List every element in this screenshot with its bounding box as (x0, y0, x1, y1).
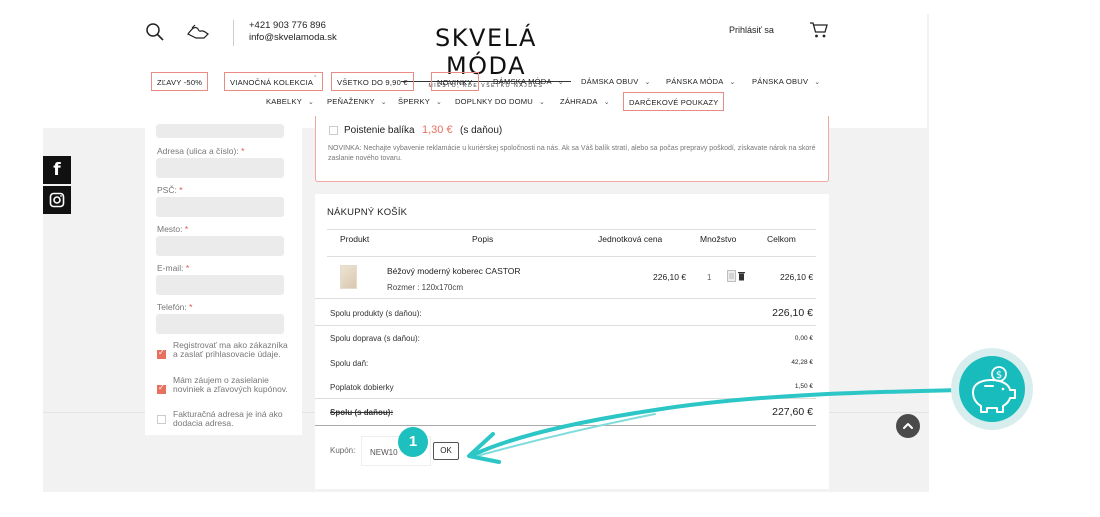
product-unit-price: 226,10 € (653, 272, 687, 282)
sum-products-value: 226,10 € (772, 307, 813, 319)
product-size: Rozmer : 120x170cm (387, 283, 464, 292)
product-name[interactable]: Béžový moderný koberec CASTOR (387, 266, 521, 276)
insurance-price-note: (s daňou) (460, 125, 503, 136)
nav-jewelry[interactable]: ŠPERKY ⌄ (398, 92, 442, 111)
trash-icon[interactable] (738, 272, 745, 281)
delivery-form: Adresa (ulica a číslo): * PSČ: * Mesto: … (145, 124, 302, 435)
chevron-down-icon: ⌄ (644, 79, 651, 86)
city-input[interactable] (156, 236, 284, 256)
city-label: Mesto: * (157, 224, 189, 234)
cod-fee-label: Poplatok dobierky (330, 383, 394, 392)
nav-womens-shoes[interactable]: DÁMSKA OBUV ⌄ (581, 72, 651, 91)
search-icon[interactable] (145, 22, 165, 42)
chevron-down-icon: ⌄ (729, 79, 736, 86)
header-bottom-line (327, 256, 816, 257)
nav-womens-fashion[interactable]: DÁMSKA MÓDA ⌄ (493, 72, 564, 91)
grand-total-label: Spolu (s daňou): (330, 408, 394, 417)
login-link[interactable]: Prihlásiť sa (729, 25, 774, 35)
piggy-bank-icon: $ (959, 356, 1025, 422)
chevron-down-icon: ⌄ (557, 79, 564, 86)
col-quantity: Množstvo (700, 234, 737, 244)
step-badge: 1 (398, 427, 428, 457)
psc-label: PSČ: * (157, 185, 183, 195)
header-top-line (327, 229, 816, 230)
nav-new[interactable]: NOVINKY (431, 72, 479, 91)
instagram-icon[interactable] (43, 186, 71, 214)
newsletter-checkbox[interactable] (157, 383, 166, 394)
package-insurance-box: Poistenie balíka 1,30 € (s daňou) NOVINK… (315, 116, 829, 182)
nav-mens-shoes[interactable]: PÁNSKA OBUV ⌄ (752, 72, 820, 91)
sum-tax-value: 42,28 € (791, 359, 813, 366)
chevron-down-icon: ⌄ (814, 79, 821, 86)
nav-home-accessories[interactable]: DOPLNKY DO DOMU ⌄ (455, 92, 545, 111)
sum-products-label: Spolu produkty (s daňou): (330, 309, 422, 318)
chevron-down-icon: ⌄ (308, 99, 315, 106)
cart-icon[interactable] (809, 21, 829, 39)
email-input[interactable] (156, 275, 284, 295)
nav-christmas[interactable]: VIANOČNÁ KOLEKCIAˇ (224, 72, 323, 91)
email-label: E-mail: * (157, 263, 190, 273)
newsletter-checkbox-label: Mám záujem o zasielanie noviniek a zľavo… (173, 375, 288, 394)
phone-number[interactable]: +421 903 776 896 (249, 20, 326, 31)
nav-sale[interactable]: ZĽAVY -50% (151, 72, 209, 91)
phone-input[interactable] (156, 314, 284, 334)
item-bottom-line (315, 298, 816, 299)
nav-wallets[interactable]: PEŇAŽENKY ⌄ (327, 92, 387, 111)
insurance-price: 1,30 € (422, 124, 453, 136)
handshake-icon[interactable] (186, 22, 210, 42)
col-product: Produkt (340, 234, 370, 244)
site-header: +421 903 776 896 info@skvelamoda.sk SKVE… (43, 14, 927, 128)
billing-address-checkbox[interactable] (157, 415, 166, 424)
sum-shipping-value: 0,00 € (794, 335, 813, 342)
register-checkbox-label: Registrovať ma ako zákazníka a zaslať pr… (173, 340, 288, 359)
chevron-down-icon: ⌄ (380, 99, 387, 106)
sum-line-1 (315, 325, 816, 326)
product-quantity[interactable]: 1 (707, 273, 711, 282)
address-input[interactable] (156, 158, 284, 178)
nav-mens-fashion[interactable]: PÁNSKA MÓDA ⌄ (666, 72, 736, 91)
insurance-checkbox[interactable] (329, 126, 338, 135)
chevron-down-icon: ⌄ (436, 99, 443, 106)
name-input[interactable] (156, 124, 284, 138)
coupon-label: Kupón: (330, 446, 356, 455)
nav-garden[interactable]: ZÁHRADA ⌄ (560, 92, 610, 111)
piggy-bank-glyph: $ (972, 366, 1016, 413)
nav-gift-vouchers[interactable]: DARČEKOVÉ POUKAZY (623, 92, 725, 111)
cart-title: NÁKUPNÝ KOŠÍK (327, 207, 408, 218)
sum-tax-label: Spolu daň: (330, 359, 369, 368)
facebook-icon[interactable]: f (43, 156, 71, 184)
phone-label: Telefón: * (157, 302, 193, 312)
psc-input[interactable] (156, 197, 284, 217)
refresh-icon[interactable] (727, 270, 736, 282)
checkout-page: +421 903 776 896 info@skvelamoda.sk SKVE… (0, 0, 1100, 517)
instagram-glyph (49, 192, 65, 208)
insurance-label: Poistenie balíka (344, 125, 415, 136)
svg-text:$: $ (996, 370, 1002, 381)
chevron-down-icon: ⌄ (538, 99, 546, 106)
quantity-actions (727, 270, 745, 282)
chevron-up-icon (903, 423, 913, 429)
contact-separator (233, 20, 234, 46)
chevron-down-icon: ⌄ (603, 99, 610, 106)
email-address[interactable]: info@skvelamoda.sk (249, 32, 337, 43)
col-total: Celkom (767, 234, 796, 244)
col-unit-price: Jednotková cena (598, 234, 663, 244)
nav-under-990[interactable]: VŠETKO DO 9,90 € (331, 72, 414, 91)
scroll-to-top-button[interactable] (896, 414, 920, 438)
insurance-note: NOVINKA: Nechajte vybavenie reklamácie u… (328, 145, 816, 162)
product-thumbnail[interactable] (340, 265, 357, 289)
address-label: Adresa (ulica a číslo): * (157, 146, 245, 156)
register-checkbox[interactable] (157, 348, 166, 359)
col-description: Popis (472, 234, 494, 244)
chevron-down-icon: ˇ (314, 76, 317, 83)
billing-address-checkbox-label: Fakturačná adresa je iná ako dodacia adr… (173, 409, 283, 428)
nav-handbags[interactable]: KABELKY ⌄ (266, 92, 314, 111)
product-total: 226,10 € (780, 272, 814, 282)
sum-shipping-label: Spolu doprava (s daňou): (330, 334, 420, 343)
